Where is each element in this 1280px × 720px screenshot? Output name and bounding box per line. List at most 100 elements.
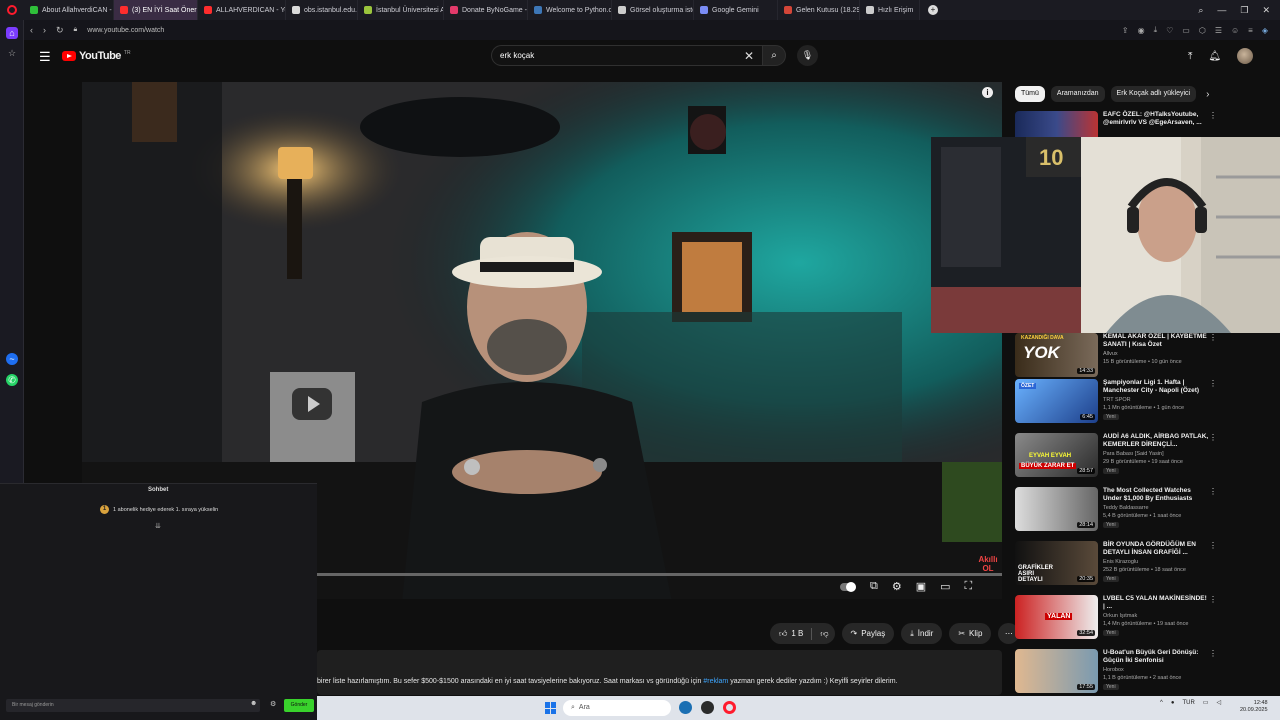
- browser-tab[interactable]: ALLAHVERDICAN - YouTu: [198, 0, 286, 20]
- extensions-icon[interactable]: ⬡: [1199, 26, 1206, 35]
- browser-tab[interactable]: Google Gemini: [694, 0, 778, 20]
- bookmarks-icon[interactable]: ☰: [1215, 26, 1222, 35]
- menu-icon[interactable]: ☰: [39, 49, 51, 65]
- browser-tab[interactable]: Welcome to Python.org: [528, 0, 612, 20]
- whatsapp-icon[interactable]: ✆: [6, 374, 18, 386]
- recommendation-item[interactable]: 28:14 The Most Collected Watches Under $1…: [1015, 487, 1217, 537]
- search-button[interactable]: ⌕: [762, 45, 786, 66]
- chat-send-button[interactable]: Gönder: [284, 699, 314, 712]
- like-button[interactable]: 👍︎ 1 B 👎︎: [770, 623, 835, 644]
- pinboard-icon[interactable]: ☆: [6, 47, 18, 59]
- more-options-icon[interactable]: ⋮: [1209, 595, 1217, 604]
- recommendation-item[interactable]: KAZANDIĞI DAVA YOK 14:33 KEMAL AKAR ÖZEL | …: [1015, 333, 1217, 383]
- browser-tab[interactable]: (3) EN İYİ Saat Önerileri: [114, 0, 198, 20]
- tray-chevron-icon[interactable]: ^: [1160, 700, 1163, 706]
- clock[interactable]: 12:48 20.09.2025: [1240, 700, 1268, 714]
- subtitles-icon[interactable]: ⧉: [870, 580, 878, 593]
- thumbs-down-icon[interactable]: 👎︎: [820, 629, 828, 639]
- chip-from-search[interactable]: Aramanızdan: [1050, 86, 1105, 102]
- recommendation-title[interactable]: EAFC ÖZEL: @HTalksYoutube, @emirlvrlv VS…: [1103, 111, 1210, 127]
- aria-icon[interactable]: ◈: [1262, 26, 1268, 35]
- browser-tab[interactable]: Gelen Kutusu (18.291) - o: [778, 0, 860, 20]
- browser-tab[interactable]: Donate ByNoGame - Stre: [444, 0, 528, 20]
- recommendation-title[interactable]: Şampiyonlar Ligi 1. Hafta | Manchester C…: [1103, 379, 1210, 395]
- recommendation-item[interactable]: 17:55 U-Boat'un Büyük Geri Dönüşü: Güçün …: [1015, 649, 1217, 699]
- recommendation-title[interactable]: AUDİ A6 ALDIK, AİRBAG PATLAK, KEMERLER D…: [1103, 433, 1210, 449]
- recommendation-thumbnail[interactable]: KAZANDIĞI DAVA YOK 14:33: [1015, 333, 1098, 377]
- info-icon[interactable]: i: [982, 87, 993, 98]
- tray-lang[interactable]: TUR: [1182, 700, 1194, 706]
- more-options-icon[interactable]: ⋮: [1209, 433, 1217, 442]
- browser-tab[interactable]: İstanbul Üniversitesi Açık: [358, 0, 444, 20]
- recommendation-thumbnail[interactable]: ÖZET 6:45: [1015, 379, 1098, 423]
- channel-name[interactable]: Enis Kirazoglu: [1103, 559, 1138, 565]
- back-icon[interactable]: ‹: [30, 25, 33, 35]
- windows-start-icon[interactable]: [545, 702, 557, 714]
- more-options-icon[interactable]: ⋮: [1209, 541, 1217, 550]
- steam-icon[interactable]: [679, 701, 692, 714]
- recommendation-thumbnail[interactable]: EYVAH EYVAH BÜYÜK ZARAR ET 28:57: [1015, 433, 1098, 477]
- recommendation-thumbnail[interactable]: YALAN 32:54: [1015, 595, 1098, 639]
- emote-icon[interactable]: ☻: [250, 700, 257, 707]
- opera-taskbar-icon[interactable]: [723, 701, 736, 714]
- taskbar-search[interactable]: ⌕ Ara: [563, 700, 671, 716]
- url-field[interactable]: www.youtube.com/watch: [87, 27, 164, 34]
- fullscreen-icon[interactable]: ⛶: [965, 580, 973, 593]
- restore-button[interactable]: ❐: [1240, 5, 1248, 16]
- description-box[interactable]: [317, 650, 1002, 695]
- wallet-icon[interactable]: ▭: [1182, 26, 1190, 35]
- recommendation-title[interactable]: BİR OYUNDA GÖRDÜĞÜM EN DETAYLI İNSAN GRA…: [1103, 541, 1210, 557]
- user-profile-icon[interactable]: ☺: [1231, 26, 1239, 35]
- miniplayer-icon[interactable]: ▣: [916, 580, 926, 593]
- recommendation-item[interactable]: YALAN 32:54 LVBEL C5 YALAN MAKİNESİNDE! | …: [1015, 595, 1217, 645]
- recommendation-title[interactable]: KEMAL AKAR ÖZEL | KAYBETME SANATI | Kısa…: [1103, 333, 1210, 349]
- obs-icon[interactable]: [701, 701, 714, 714]
- channel-name[interactable]: TRT SPOR: [1103, 397, 1131, 403]
- reload-icon[interactable]: ↻: [56, 25, 64, 36]
- recommendation-item[interactable]: ÖZET 6:45 Şampiyonlar Ligi 1. Hafta | Manc…: [1015, 379, 1217, 429]
- voice-search-button[interactable]: 🎙︎: [797, 45, 818, 66]
- minimize-button[interactable]: —: [1217, 5, 1226, 15]
- search-input[interactable]: erk koçak ✕: [491, 45, 762, 66]
- channel-name[interactable]: Teddy Baldassarre: [1103, 505, 1149, 511]
- download-icon[interactable]: ⤓: [1154, 25, 1158, 35]
- camera-icon[interactable]: ◉: [1138, 26, 1145, 35]
- share-button[interactable]: ↷ Paylaş: [841, 623, 895, 644]
- download-button[interactable]: ⤓ İndir: [901, 623, 943, 644]
- chip-uploader[interactable]: Erk Koçak adlı yükleyici: [1110, 86, 1197, 102]
- recommendation-item[interactable]: EYVAH EYVAH BÜYÜK ZARAR ET 28:57 AUDİ A6 AL…: [1015, 433, 1217, 483]
- volume-icon[interactable]: ◁: [1216, 699, 1221, 706]
- tray-app-icon[interactable]: ●: [1171, 700, 1175, 706]
- channel-name[interactable]: Allvux: [1103, 351, 1118, 357]
- opera-logo-icon[interactable]: [0, 0, 24, 20]
- clip-button[interactable]: ✂ Klip: [949, 623, 992, 644]
- channel-name[interactable]: Para Babası [Said Yasin]: [1103, 451, 1164, 457]
- more-options-icon[interactable]: ⋮: [1209, 333, 1217, 342]
- more-options-icon[interactable]: ⋮: [1209, 487, 1217, 496]
- chat-message-input[interactable]: Bir mesaj gönderin: [6, 699, 260, 712]
- search-tabs-icon[interactable]: ⌕: [1198, 5, 1203, 16]
- upload-icon[interactable]: ⤒: [1188, 51, 1192, 62]
- recommendation-item[interactable]: GRAFİKLER ASIRI DETAYLI 20:35 BİR OYUNDA G…: [1015, 541, 1217, 591]
- more-options-icon[interactable]: ⋮: [1209, 111, 1217, 120]
- more-options-icon[interactable]: ⋮: [1209, 649, 1217, 658]
- channel-name[interactable]: Orkun Işıtmak: [1103, 613, 1137, 619]
- messenger-icon[interactable]: ~: [6, 353, 18, 365]
- recommendation-title[interactable]: LVBEL C5 YALAN MAKİNESİNDE! | ...: [1103, 595, 1210, 611]
- chip-all[interactable]: Tümü: [1015, 86, 1045, 102]
- easy-setup-icon[interactable]: ≡: [1248, 26, 1253, 35]
- browser-tab[interactable]: obs.istanbul.edu.tr/Hata/: [286, 0, 358, 20]
- chevron-right-icon[interactable]: ›: [1206, 89, 1209, 100]
- forward-icon[interactable]: ›: [43, 25, 46, 35]
- recommendation-title[interactable]: The Most Collected Watches Under $1,000 …: [1103, 487, 1210, 503]
- settings-icon[interactable]: ⚙: [892, 580, 902, 593]
- chat-settings-icon[interactable]: ⚙: [270, 700, 276, 708]
- channel-name[interactable]: Horobox: [1103, 667, 1124, 673]
- recommendation-thumbnail[interactable]: GRAFİKLER ASIRI DETAYLI 20:35: [1015, 541, 1098, 585]
- avatar[interactable]: [1237, 48, 1254, 64]
- notifications-icon[interactable]: 🔔︎: [1208, 51, 1221, 62]
- network-icon[interactable]: ▭: [1203, 699, 1209, 706]
- progress-bar[interactable]: [317, 573, 1002, 576]
- share-page-icon[interactable]: ⇪: [1122, 26, 1129, 35]
- scroll-down-icon[interactable]: ⇊: [155, 522, 161, 530]
